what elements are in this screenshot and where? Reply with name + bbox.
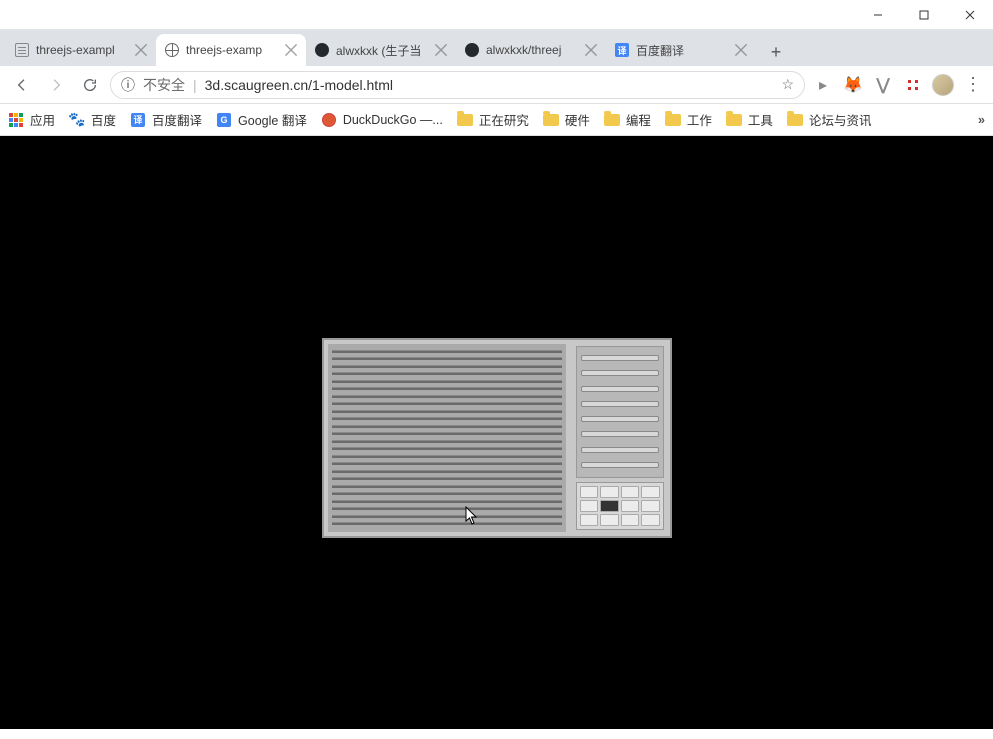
bookmark-label: 论坛与资讯	[809, 110, 872, 129]
document-icon	[14, 42, 30, 58]
folder-icon	[665, 112, 681, 128]
github-icon	[464, 42, 480, 58]
tab-3[interactable]: alwxkxk/threej	[456, 34, 606, 66]
chevron-right-icon: »	[978, 113, 985, 127]
tab-title: 百度翻译	[636, 42, 728, 59]
bookmark-label: DuckDuckGo —...	[343, 113, 443, 127]
tab-title: alwxkxk/threej	[486, 43, 578, 57]
close-icon[interactable]	[434, 43, 448, 57]
bookmark-label: 百度翻译	[152, 110, 202, 129]
bookmark-baidu-translate[interactable]: 译 百度翻译	[130, 110, 202, 129]
window-titlebar	[0, 0, 993, 30]
tab-strip: threejs-exampl threejs-examp alwxkxk (生子…	[0, 30, 993, 66]
page-content[interactable]	[0, 136, 993, 739]
bookmark-folder-forums[interactable]: 论坛与资讯	[787, 110, 872, 129]
url-text: 3d.scaugreen.cn/1-model.html	[205, 77, 774, 93]
bookmark-folder-hardware[interactable]: 硬件	[543, 110, 590, 129]
bookmark-label: 编程	[626, 110, 651, 129]
bookmark-label: 应用	[30, 110, 55, 129]
ac-control-panel	[576, 482, 664, 530]
ac-grille	[324, 340, 570, 536]
bookmark-label: 百度	[91, 110, 116, 129]
duckduckgo-icon	[321, 112, 337, 128]
ac-vent	[576, 346, 664, 478]
window-minimize-button[interactable]	[855, 0, 901, 30]
extension-icon-2[interactable]: ⋁	[871, 73, 895, 97]
bottom-white-bar	[0, 729, 993, 739]
folder-icon	[457, 112, 473, 128]
folder-icon	[726, 112, 742, 128]
tab-2[interactable]: alwxkxk (生子当	[306, 34, 456, 66]
bookmark-apps[interactable]: 应用	[8, 110, 55, 129]
globe-icon	[164, 42, 180, 58]
google-translate-icon: G	[216, 112, 232, 128]
bookmarks-bar: 应用 🐾 百度 译 百度翻译 G Google 翻译 DuckDuckGo —.…	[0, 104, 993, 136]
browser-menu-button[interactable]: ⋮	[961, 74, 985, 95]
tab-4[interactable]: 译 百度翻译	[606, 34, 756, 66]
bookmark-folder-programming[interactable]: 编程	[604, 110, 651, 129]
threejs-canvas[interactable]	[322, 338, 672, 538]
folder-icon	[787, 112, 803, 128]
bookmark-google-translate[interactable]: G Google 翻译	[216, 110, 307, 129]
browser-toolbar: ⓘ 不安全 | 3d.scaugreen.cn/1-model.html ☆ ▸…	[0, 66, 993, 104]
tab-title: alwxkxk (生子当	[336, 42, 428, 59]
kebab-icon: ⋮	[964, 74, 982, 95]
tab-0[interactable]: threejs-exampl	[6, 34, 156, 66]
bookmark-folder-tools[interactable]: 工具	[726, 110, 773, 129]
bookmark-label: 正在研究	[479, 110, 529, 129]
plus-icon: +	[771, 42, 782, 63]
bookmark-label: 工作	[687, 110, 712, 129]
info-icon[interactable]: ⓘ	[121, 75, 135, 95]
bookmark-label: 硬件	[565, 110, 590, 129]
bookmark-folder-work[interactable]: 工作	[665, 110, 712, 129]
folder-icon	[543, 112, 559, 128]
cursor-icon	[465, 506, 479, 526]
close-icon[interactable]	[284, 43, 298, 57]
bookmark-folder-research[interactable]: 正在研究	[457, 110, 529, 129]
tab-title: threejs-exampl	[36, 43, 128, 57]
security-label: 不安全	[143, 75, 185, 95]
extension-icon-1[interactable]: 🦊	[841, 73, 865, 97]
bookmark-baidu[interactable]: 🐾 百度	[69, 110, 116, 129]
ac-side-panel	[570, 340, 670, 536]
reload-button[interactable]	[76, 71, 104, 99]
github-icon	[314, 42, 330, 58]
close-icon[interactable]	[134, 43, 148, 57]
apps-icon	[8, 112, 24, 128]
bookmark-label: 工具	[748, 110, 773, 129]
baidu-icon: 🐾	[69, 112, 85, 128]
new-tab-button[interactable]: +	[762, 38, 790, 66]
translate-icon: 译	[130, 112, 146, 128]
window-maximize-button[interactable]	[901, 0, 947, 30]
forward-button[interactable]	[42, 71, 70, 99]
bookmark-label: Google 翻译	[238, 110, 307, 129]
back-button[interactable]	[8, 71, 36, 99]
profile-avatar[interactable]	[931, 73, 955, 97]
close-icon[interactable]	[734, 43, 748, 57]
separator: |	[193, 77, 197, 93]
folder-icon	[604, 112, 620, 128]
translate-icon: 译	[614, 42, 630, 58]
bookmarks-overflow-button[interactable]: »	[978, 113, 985, 127]
window-close-button[interactable]	[947, 0, 993, 30]
bookmark-duckduckgo[interactable]: DuckDuckGo —...	[321, 112, 443, 128]
play-icon[interactable]: ▸	[811, 73, 835, 97]
extension-icon-3[interactable]	[901, 73, 925, 97]
tab-1[interactable]: threejs-examp	[156, 34, 306, 66]
tab-title: threejs-examp	[186, 43, 278, 57]
address-bar[interactable]: ⓘ 不安全 | 3d.scaugreen.cn/1-model.html ☆	[110, 71, 805, 99]
close-icon[interactable]	[584, 43, 598, 57]
bookmark-star-icon[interactable]: ☆	[781, 76, 794, 93]
